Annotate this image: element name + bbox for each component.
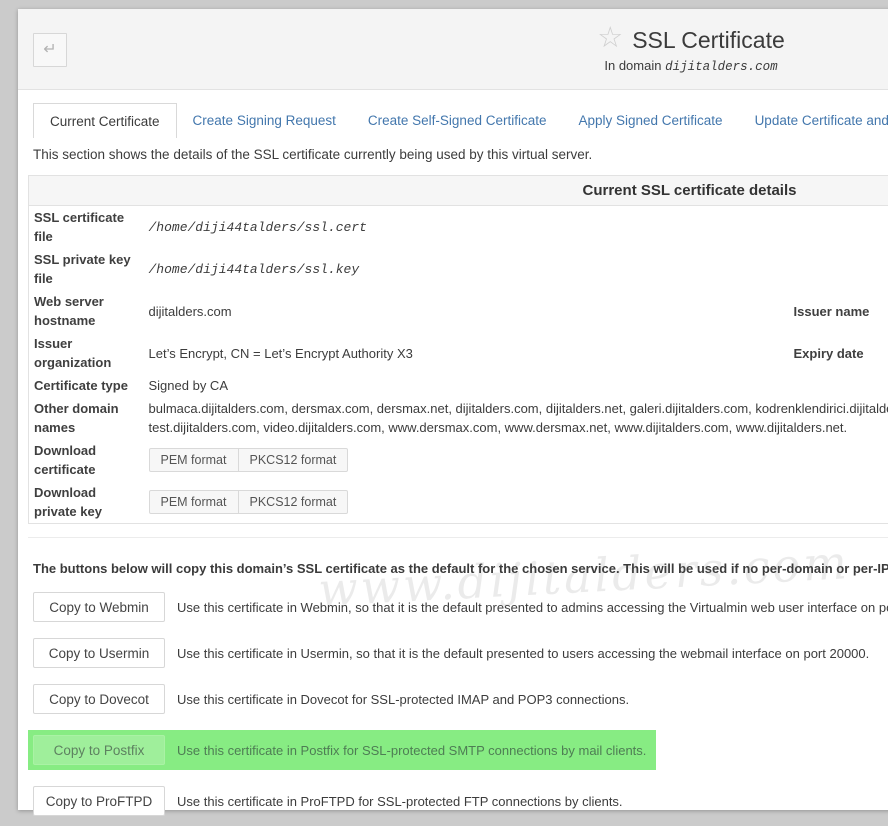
table-header-row: Current SSL certificate details	[29, 176, 888, 206]
ssl-key-file-path: /home/diji44talders/ssl.key	[141, 248, 888, 290]
tab-current-certificate[interactable]: Current Certificate	[33, 103, 177, 138]
copy-section-note: The buttons below will copy this domain’…	[33, 561, 888, 576]
favorite-star-icon[interactable]: ☆	[597, 24, 623, 53]
copy-postfix-description: Use this certificate in Postfix for SSL-…	[177, 743, 646, 758]
ssl-cert-file-path: /home/diji44talders/ssl.cert	[141, 206, 888, 249]
table-row-other-domains: Other domain names bulmaca.dijitalders.c…	[29, 397, 888, 439]
row-label: SSL certificate file	[29, 206, 141, 249]
table-row-certificate-type: Certificate type Signed by CA	[29, 374, 888, 397]
copy-to-proftpd-button[interactable]: Copy to ProFTPD	[33, 786, 165, 816]
other-domains-line-2: test.dijitalders.com, video.dijitalders.…	[149, 418, 888, 437]
tab-create-self-signed-certificate[interactable]: Create Self-Signed Certificate	[352, 103, 563, 138]
copy-proftpd-description: Use this certificate in ProFTPD for SSL-…	[177, 794, 623, 809]
row-label: Other domain names	[29, 397, 141, 439]
tab-apply-signed-certificate[interactable]: Apply Signed Certificate	[562, 103, 738, 138]
main-content: Current Certificate Create Signing Reque…	[18, 103, 888, 816]
table-row-cert-file: SSL certificate file /home/diji44talders…	[29, 206, 888, 249]
row-label: Download certificate	[29, 439, 141, 481]
other-domain-names-value: bulmaca.dijitalders.com, dersmax.com, de…	[141, 397, 888, 439]
row-label-expiry-date: Expiry date	[789, 332, 888, 374]
pem-format-button[interactable]: PEM format	[150, 449, 238, 471]
pkcs12-format-button[interactable]: PKCS12 format	[238, 491, 348, 513]
title-block: ☆ SSL Certificate In domain dijitalders.…	[18, 9, 888, 89]
domain-name: dijitalders.com	[665, 60, 778, 74]
copy-to-dovecot-button[interactable]: Copy to Dovecot	[33, 684, 165, 714]
page-header: ↵ ☆ SSL Certificate In domain dijitalder…	[18, 9, 888, 90]
tab-bar: Current Certificate Create Signing Reque…	[33, 103, 888, 138]
copy-row-usermin: Copy to Usermin Use this certificate in …	[33, 638, 888, 668]
table-row-download-certificate: Download certificate PEM format PKCS12 f…	[29, 439, 888, 481]
table-row-key-file: SSL private key file /home/diji44talders…	[29, 248, 888, 290]
copy-row-webmin: Copy to Webmin Use this certificate in W…	[33, 592, 888, 622]
row-label-issuer-name: Issuer name	[789, 290, 888, 332]
issuer-organization-value: Let’s Encrypt, CN = Let’s Encrypt Author…	[141, 332, 789, 374]
copy-to-webmin-button[interactable]: Copy to Webmin	[33, 592, 165, 622]
tab-create-signing-request[interactable]: Create Signing Request	[177, 103, 352, 138]
copy-row-dovecot: Copy to Dovecot Use this certificate in …	[33, 684, 888, 714]
certificate-type-value: Signed by CA	[141, 374, 888, 397]
copy-dovecot-description: Use this certificate in Dovecot for SSL-…	[177, 692, 629, 707]
download-certificate-button-group: PEM format PKCS12 format	[149, 448, 349, 472]
certificate-details-table: Current SSL certificate details SSL cert…	[28, 175, 888, 524]
table-row-issuer-organization: Issuer organization Let’s Encrypt, CN = …	[29, 332, 888, 374]
section-description: This section shows the details of the SS…	[33, 147, 888, 162]
hostname-value: dijitalders.com	[141, 290, 789, 332]
row-label: Issuer organization	[29, 332, 141, 374]
table-row-hostname: Web server hostname dijitalders.com Issu…	[29, 290, 888, 332]
subtitle-prefix: In domain	[604, 58, 661, 73]
ssl-certificate-window: ↵ ☆ SSL Certificate In domain dijitalder…	[18, 9, 888, 810]
page-title: SSL Certificate	[632, 27, 785, 54]
row-label: Web server hostname	[29, 290, 141, 332]
row-label: SSL private key file	[29, 248, 141, 290]
download-private-key-button-group: PEM format PKCS12 format	[149, 490, 349, 514]
copy-row-proftpd: Copy to ProFTPD Use this certificate in …	[33, 786, 888, 816]
section-divider	[28, 537, 888, 538]
copy-row-postfix-highlighted: Copy to Postfix Use this certificate in …	[28, 730, 656, 770]
copy-to-postfix-button[interactable]: Copy to Postfix	[33, 735, 165, 765]
row-label: Download private key	[29, 481, 141, 524]
tab-update-certificate-and-key[interactable]: Update Certificate and Key	[739, 103, 888, 138]
pem-format-button[interactable]: PEM format	[150, 491, 238, 513]
copy-webmin-description: Use this certificate in Webmin, so that …	[177, 600, 888, 615]
page-subtitle: In domain dijitalders.com	[604, 58, 777, 74]
other-domains-line-1: bulmaca.dijitalders.com, dersmax.com, de…	[149, 399, 888, 418]
table-title: Current SSL certificate details	[29, 176, 888, 206]
pkcs12-format-button[interactable]: PKCS12 format	[238, 449, 348, 471]
table-row-download-private-key: Download private key PEM format PKCS12 f…	[29, 481, 888, 524]
copy-to-usermin-button[interactable]: Copy to Usermin	[33, 638, 165, 668]
copy-usermin-description: Use this certificate in Usermin, so that…	[177, 646, 869, 661]
row-label: Certificate type	[29, 374, 141, 397]
